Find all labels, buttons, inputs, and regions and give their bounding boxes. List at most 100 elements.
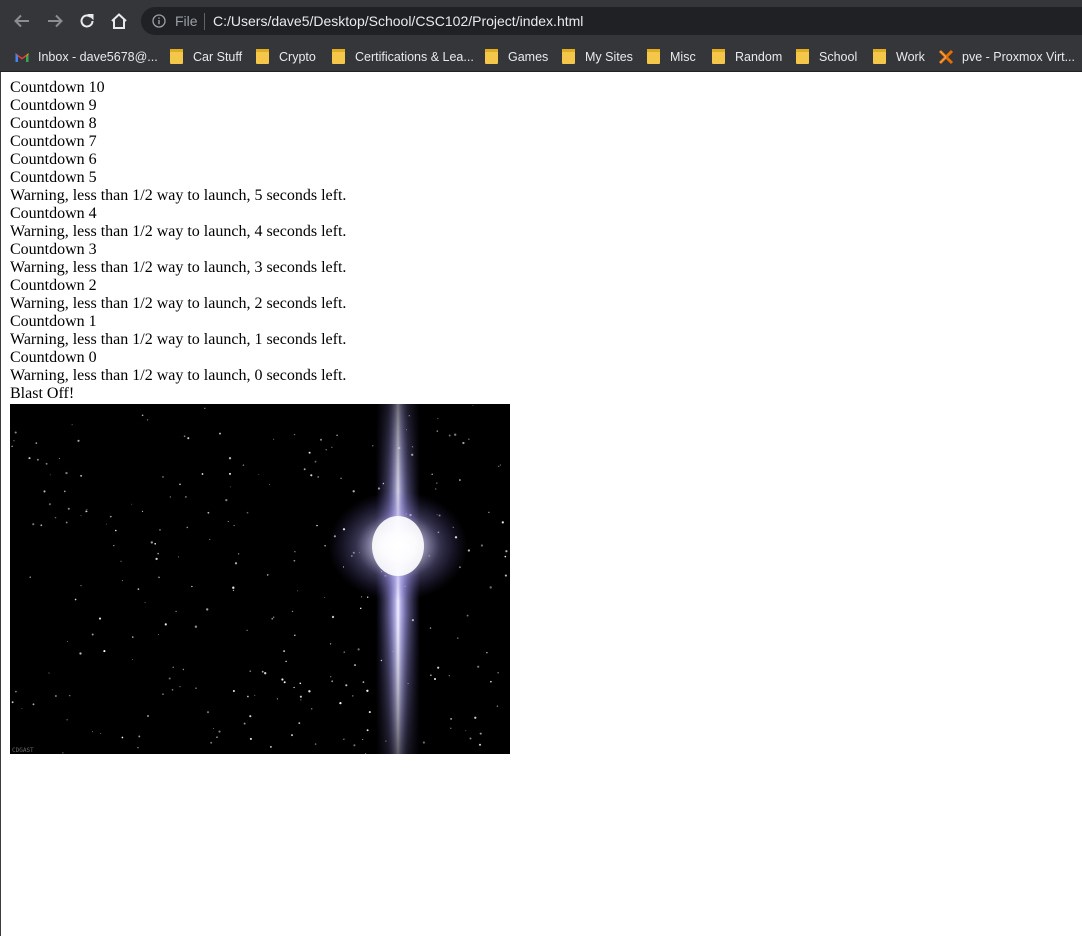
star <box>15 690 17 693</box>
star <box>266 574 269 576</box>
star <box>232 586 235 589</box>
star <box>310 708 313 710</box>
star <box>316 524 318 527</box>
star <box>131 503 133 505</box>
star <box>448 675 450 677</box>
bookmark-random[interactable]: Random <box>712 42 782 71</box>
star <box>80 515 82 517</box>
star <box>308 451 311 454</box>
folder-icon <box>712 49 725 64</box>
star <box>132 659 133 661</box>
home-button[interactable] <box>107 9 131 33</box>
bookmark-label: Crypto <box>279 49 316 64</box>
star <box>299 695 302 698</box>
forward-button[interactable] <box>43 9 67 33</box>
star <box>298 722 301 725</box>
reload-button[interactable] <box>75 9 99 33</box>
star <box>246 629 248 631</box>
star <box>336 434 338 437</box>
star <box>352 490 355 493</box>
back-button[interactable] <box>10 9 34 33</box>
star <box>225 498 228 502</box>
star <box>283 681 286 684</box>
star <box>32 523 35 526</box>
star <box>247 695 249 698</box>
bookmark-crypto[interactable]: Crypto <box>256 42 316 71</box>
folder-icon <box>485 49 498 64</box>
star <box>310 474 313 477</box>
star <box>331 446 333 448</box>
star <box>472 405 474 407</box>
bookmark-label: Misc <box>670 49 696 64</box>
info-icon[interactable] <box>152 14 166 28</box>
bookmark-certifications[interactable]: Certifications & Lea... <box>332 42 474 71</box>
star <box>141 414 144 417</box>
star <box>291 610 294 613</box>
star <box>183 435 186 438</box>
bookmark-proxmox[interactable]: pve - Proxmox Virt... <box>938 42 1075 71</box>
star <box>159 529 161 531</box>
star <box>325 449 327 451</box>
star <box>254 694 256 696</box>
star <box>499 464 502 466</box>
star <box>11 445 13 448</box>
star <box>43 490 46 493</box>
star <box>480 544 484 547</box>
star <box>490 680 492 683</box>
star <box>36 458 39 461</box>
star <box>194 625 198 628</box>
star <box>162 693 164 695</box>
countdown-line: Countdown 8 <box>10 115 97 132</box>
url-text[interactable]: C:/Users/dave5/Desktop/School/CSC102/Pro… <box>213 13 583 29</box>
countdown-line: Countdown 7 <box>10 133 97 150</box>
star <box>314 460 317 463</box>
star <box>132 636 134 638</box>
star <box>40 524 43 527</box>
image-watermark: CDGAST <box>12 747 34 754</box>
star <box>496 705 499 707</box>
star <box>276 698 278 700</box>
bookmark-games[interactable]: Games <box>485 42 548 71</box>
star <box>234 562 238 565</box>
star <box>100 732 102 734</box>
address-bar[interactable]: File C:/Users/dave5/Desktop/School/CSC10… <box>141 7 1082 35</box>
star <box>147 715 149 717</box>
bookmark-inbox[interactable]: Inbox - dave5678@... <box>14 42 158 71</box>
star <box>296 590 299 592</box>
star <box>249 670 252 673</box>
bookmark-school[interactable]: School <box>796 42 857 71</box>
star <box>79 652 82 655</box>
bookmark-work[interactable]: Work <box>873 42 925 71</box>
star <box>86 508 88 510</box>
star <box>157 552 159 555</box>
star <box>62 752 64 754</box>
bookmark-car-stuff[interactable]: Car Stuff <box>170 42 242 71</box>
star <box>45 462 48 465</box>
star <box>21 708 23 710</box>
star <box>353 744 356 747</box>
bookmark-label: School <box>819 49 858 64</box>
star <box>206 711 210 714</box>
countdown-line: Countdown 0 <box>10 349 97 366</box>
star <box>300 699 302 701</box>
countdown-line: Countdown 10 <box>10 79 105 96</box>
folder-icon <box>256 49 269 64</box>
star <box>195 687 197 689</box>
star <box>229 486 231 488</box>
star <box>345 684 348 687</box>
star <box>71 424 73 426</box>
star <box>207 511 210 514</box>
star <box>54 695 57 697</box>
star <box>172 666 174 668</box>
star <box>486 651 488 654</box>
bookmark-my-sites[interactable]: My Sites <box>562 42 633 71</box>
star <box>343 651 345 653</box>
star <box>317 476 320 478</box>
star <box>261 670 264 673</box>
star <box>91 731 93 733</box>
star <box>11 701 14 704</box>
star <box>359 607 362 610</box>
bookmark-misc[interactable]: Misc <box>647 42 696 71</box>
folder-icon <box>796 49 809 64</box>
star <box>329 643 332 645</box>
